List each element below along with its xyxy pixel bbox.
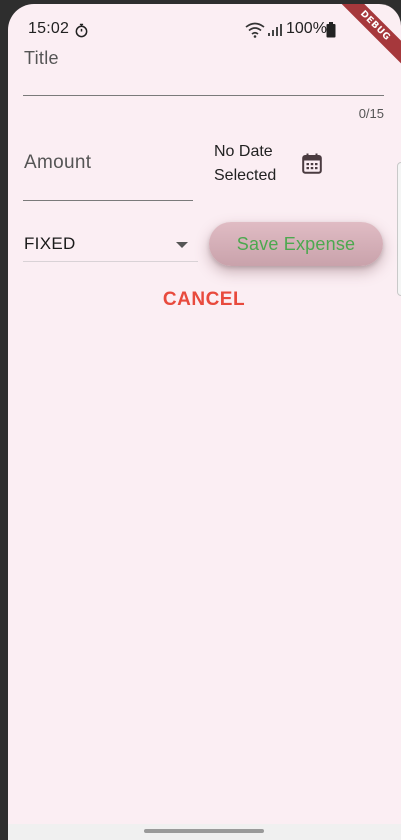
gesture-handle[interactable] [144,829,264,833]
battery-icon [326,22,336,38]
calendar-icon [302,153,322,174]
navigation-bar [8,824,401,840]
status-bar: 15:02 100% [8,4,401,44]
arrow-drop-down-icon [176,242,188,248]
scrollbar-handle[interactable] [397,162,401,296]
category-dropdown-value: FIXED [24,234,76,253]
category-dropdown[interactable]: FIXED [23,230,198,262]
cancel-button[interactable]: CANCEL [158,286,250,314]
amount-field-label: Amount [24,152,92,173]
signal-icon [268,24,282,36]
save-expense-button[interactable]: Save Expense [209,222,383,266]
date-text-line-1: No Date [214,143,273,160]
selected-date-text: No Date Selected [214,140,294,188]
device-frame: 15:02 100% DEBUG Title 0/15 Amount No Da… [0,0,401,840]
pick-date-button[interactable] [297,148,327,178]
amount-field-underline [23,200,193,201]
date-text-line-2: Selected [214,167,277,184]
battery-percent: 100% [286,20,327,37]
wifi-icon [245,22,265,38]
timer-icon [75,23,88,38]
app-screen: 15:02 100% DEBUG Title 0/15 Amount No Da… [8,4,401,840]
title-field-underline [23,95,384,96]
title-character-counter: 0/15 [358,106,384,121]
category-dropdown-underline [23,261,198,262]
title-field-label: Title [24,48,59,68]
status-time: 15:02 [28,20,70,37]
